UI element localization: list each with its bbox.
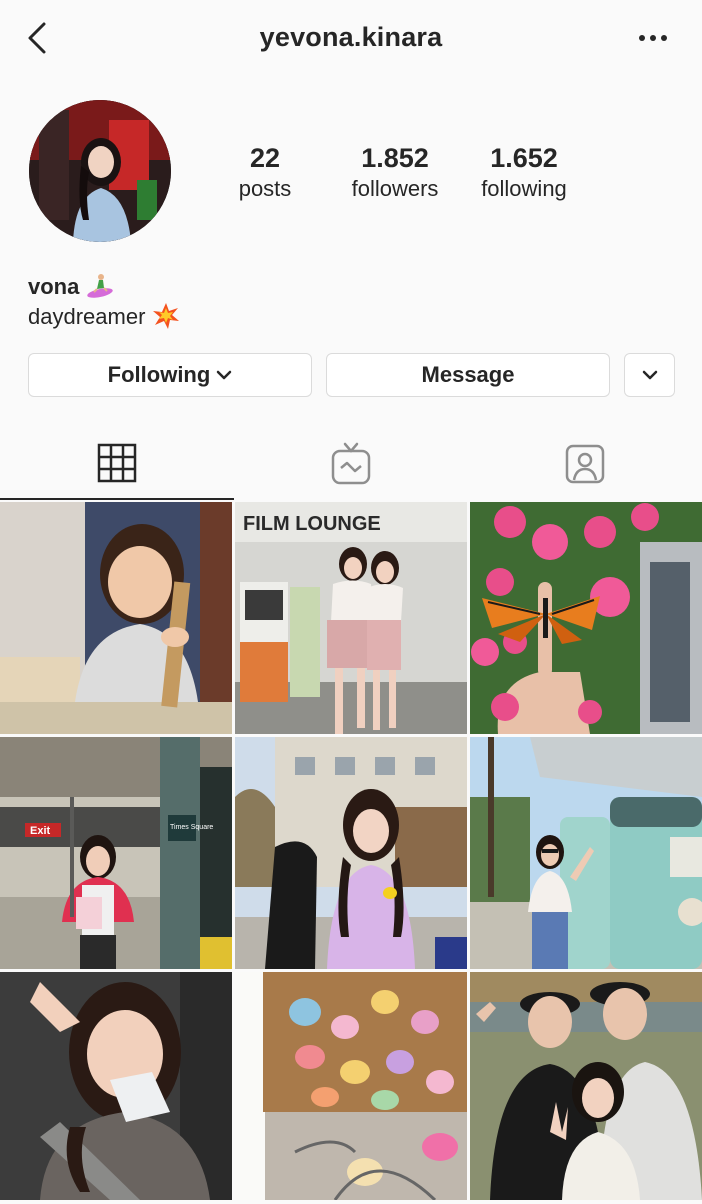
surfer-emoji-icon bbox=[87, 274, 114, 298]
message-button-label: Message bbox=[421, 362, 515, 387]
avatar-image bbox=[29, 100, 171, 242]
collision-emoji-icon bbox=[152, 303, 179, 329]
grid-post-2[interactable]: FILM LOUNGE bbox=[235, 502, 467, 734]
followers-stat[interactable]: 1.852 followers bbox=[335, 142, 455, 204]
profile-bio: daydreamer bbox=[28, 302, 180, 330]
grid-post-4[interactable]: Exit Times Square bbox=[0, 737, 232, 969]
following-label: following bbox=[481, 176, 567, 201]
following-count: 1.652 bbox=[490, 143, 558, 173]
profile-bio-text: daydreamer bbox=[28, 304, 146, 329]
post-image bbox=[470, 737, 702, 969]
profile-tabs bbox=[0, 428, 702, 500]
grid-post-3[interactable] bbox=[470, 502, 702, 734]
exit-sign: Exit bbox=[30, 825, 51, 837]
post-image: FILM LOUNGE bbox=[235, 502, 467, 734]
post-image bbox=[0, 972, 232, 1200]
tagged-icon bbox=[565, 444, 605, 484]
profile-avatar[interactable] bbox=[29, 100, 171, 242]
chevron-down-icon bbox=[217, 370, 232, 380]
tab-tagged[interactable] bbox=[468, 428, 702, 500]
followers-count: 1.852 bbox=[361, 143, 429, 173]
message-button[interactable]: Message bbox=[326, 353, 610, 397]
following-stat[interactable]: 1.652 following bbox=[464, 142, 584, 204]
post-image bbox=[470, 502, 702, 734]
station-sign: Times Square bbox=[170, 824, 213, 831]
post-image bbox=[235, 972, 467, 1200]
suggested-accounts-button[interactable] bbox=[624, 353, 675, 397]
posts-label: posts bbox=[238, 176, 292, 201]
grid-post-7[interactable] bbox=[0, 972, 232, 1204]
post-image: Exit Times Square bbox=[0, 737, 232, 969]
posts-count: 22 bbox=[249, 143, 281, 173]
tab-igtv[interactable] bbox=[234, 428, 468, 500]
followers-label: followers bbox=[351, 176, 439, 201]
chevron-down-icon bbox=[642, 370, 657, 380]
grid-post-8[interactable] bbox=[235, 972, 467, 1204]
posts-stat[interactable]: 22 posts bbox=[205, 142, 325, 204]
igtv-icon bbox=[331, 442, 371, 485]
post-image bbox=[0, 502, 232, 734]
profile-name-text: vona bbox=[28, 274, 80, 299]
following-button[interactable]: Following bbox=[28, 353, 312, 397]
tab-posts-grid[interactable] bbox=[0, 428, 234, 500]
post-image bbox=[235, 737, 467, 969]
grid-icon bbox=[97, 443, 137, 483]
more-options-button[interactable] bbox=[632, 22, 676, 54]
profile-header: yevona.kinara bbox=[0, 0, 702, 80]
username-title: yevona.kinara bbox=[259, 22, 443, 52]
profile-name: vona bbox=[28, 270, 115, 300]
more-horizontal-icon bbox=[639, 35, 667, 41]
film-lounge-sign: FILM LOUNGE bbox=[243, 513, 381, 535]
posts-grid: FILM LOUNGE Exit Times Square bbox=[0, 502, 702, 1200]
grid-post-1[interactable] bbox=[0, 502, 232, 734]
grid-post-5[interactable] bbox=[235, 737, 467, 969]
post-image bbox=[470, 972, 702, 1200]
grid-post-9[interactable] bbox=[470, 972, 702, 1204]
following-button-label: Following bbox=[107, 362, 211, 387]
grid-post-6[interactable] bbox=[470, 737, 702, 969]
